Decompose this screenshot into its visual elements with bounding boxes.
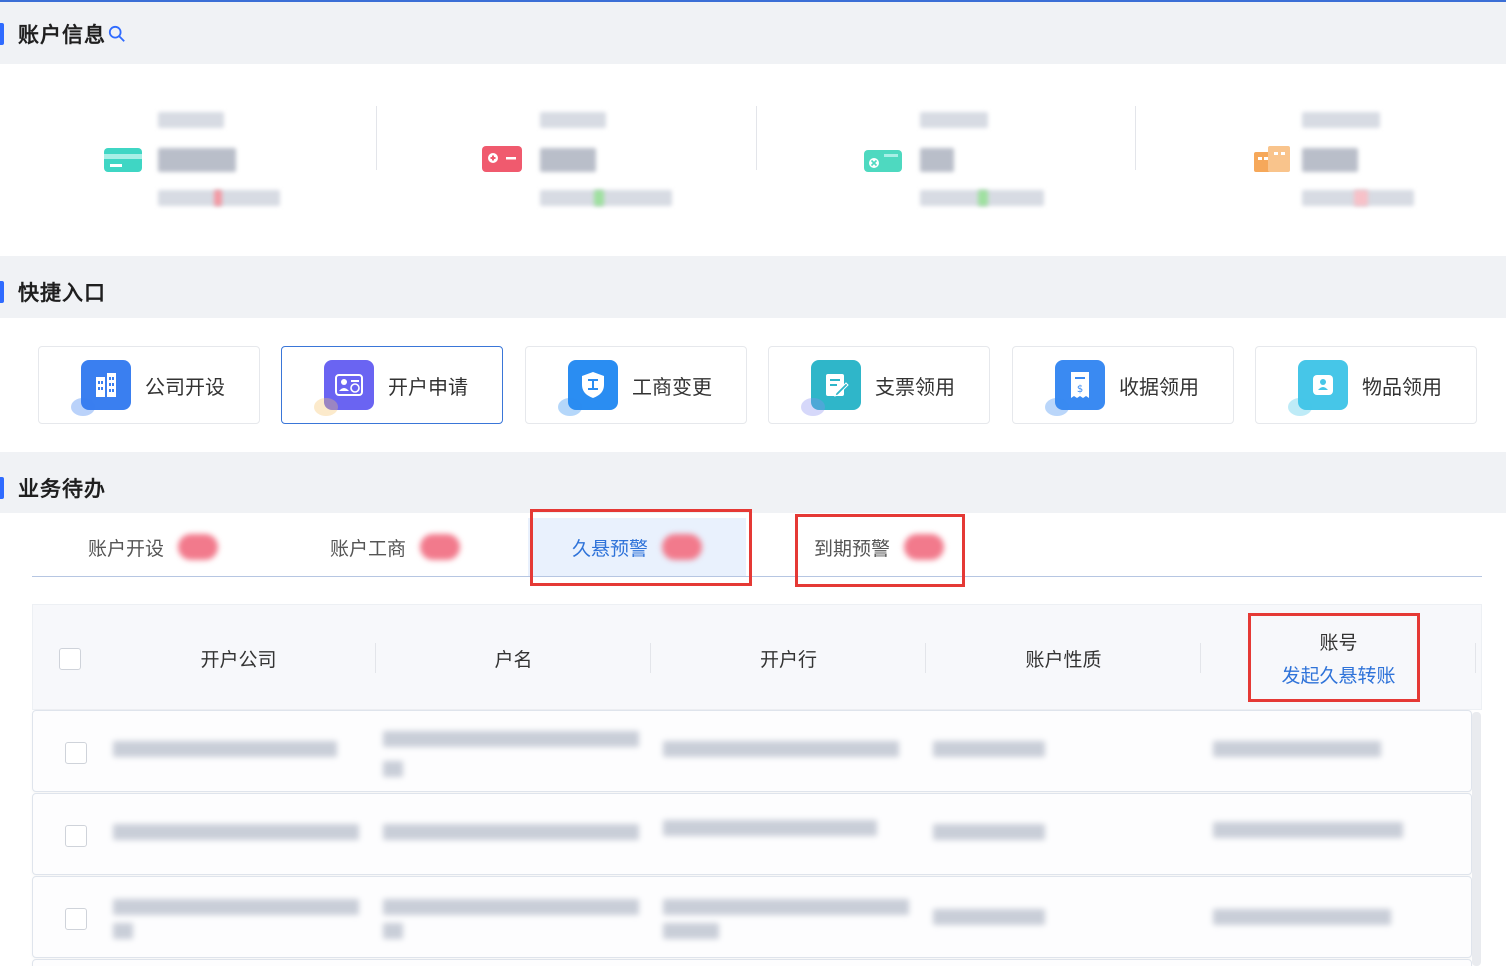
account-card[interactable] (480, 104, 780, 214)
tab-count-badge (178, 534, 219, 560)
tab-account-open[interactable]: 账户开设 (88, 518, 219, 576)
account-card[interactable] (1250, 104, 1506, 214)
quick-entry-label: 物品领用 (1362, 374, 1442, 399)
account-info-header: 账户信息 (0, 6, 1506, 62)
quick-entry-panel: 公司开设 开户申请 工商变更 支票领用 $ 收据领用 物品领用 (0, 318, 1506, 452)
column-header[interactable]: 户名 (376, 605, 651, 711)
quick-entry-title: 快捷入口 (18, 281, 106, 305)
table-scrollbar[interactable] (1472, 712, 1481, 966)
quick-entry-item-collect[interactable]: 物品领用 (1255, 346, 1477, 424)
table-row[interactable] (32, 710, 1472, 792)
row-checkbox[interactable] (65, 825, 87, 847)
divider (1135, 106, 1136, 170)
section-marker (0, 477, 4, 499)
todo-header: 业务待办 (0, 460, 1506, 516)
quick-entry-label: 工商变更 (632, 374, 712, 399)
column-header[interactable]: 账户性质 (926, 605, 1201, 711)
table-row[interactable] (32, 793, 1472, 875)
divider (756, 106, 757, 170)
table-row[interactable] (32, 876, 1472, 958)
account-card[interactable] (862, 104, 1162, 214)
annotation-box (795, 514, 965, 587)
quick-entry-header: 快捷入口 (0, 264, 1506, 320)
quick-entry-label: 开户申请 (388, 374, 468, 399)
section-marker (0, 23, 4, 45)
edit-doc-icon (801, 360, 861, 416)
tab-label: 账户工商 (330, 537, 407, 560)
quick-entry-label: 公司开设 (145, 374, 225, 399)
account-info-title: 账户信息 (18, 23, 106, 47)
column-header[interactable]: 开户公司 (101, 605, 376, 711)
section-marker (0, 281, 4, 303)
receipt-icon: $ (1045, 360, 1105, 416)
annotation-box (1248, 613, 1420, 702)
quick-entry-check-collect[interactable]: 支票领用 (768, 346, 990, 424)
account-info-panel (0, 64, 1506, 256)
building-calendar-icon (1254, 146, 1290, 172)
id-card-icon (314, 360, 374, 416)
table-row[interactable] (32, 959, 1472, 966)
account-card[interactable] (102, 104, 402, 214)
quick-entry-label: 支票领用 (875, 374, 955, 399)
row-checkbox[interactable] (65, 742, 87, 764)
tab-account-business[interactable]: 账户工商 (330, 518, 461, 576)
shield-icon (558, 360, 618, 416)
tab-label: 账户开设 (88, 537, 165, 560)
card-cancel-icon (864, 150, 902, 172)
search-icon[interactable] (108, 25, 126, 43)
quick-entry-company-setup[interactable]: 公司开设 (38, 346, 260, 424)
column-header[interactable]: 开户行 (651, 605, 926, 711)
divider (376, 106, 377, 170)
top-accent-line (0, 0, 1506, 2)
bank-card-icon (104, 148, 142, 172)
quick-entry-account-application[interactable]: 开户申请 (281, 346, 503, 424)
tabs-underline (32, 576, 1482, 577)
quick-entry-business-change[interactable]: 工商变更 (525, 346, 747, 424)
box-person-icon (1288, 360, 1348, 416)
quick-entry-receipt-collect[interactable]: $ 收据领用 (1012, 346, 1234, 424)
building-icon (71, 360, 131, 416)
card-minus-icon (482, 146, 522, 172)
annotation-box (530, 509, 752, 586)
quick-entry-label: 收据领用 (1119, 374, 1199, 399)
row-checkbox[interactable] (65, 908, 87, 930)
svg-text:$: $ (1077, 384, 1083, 395)
tab-count-badge (420, 534, 461, 560)
todo-title: 业务待办 (18, 477, 106, 501)
select-all-checkbox[interactable] (59, 648, 81, 670)
